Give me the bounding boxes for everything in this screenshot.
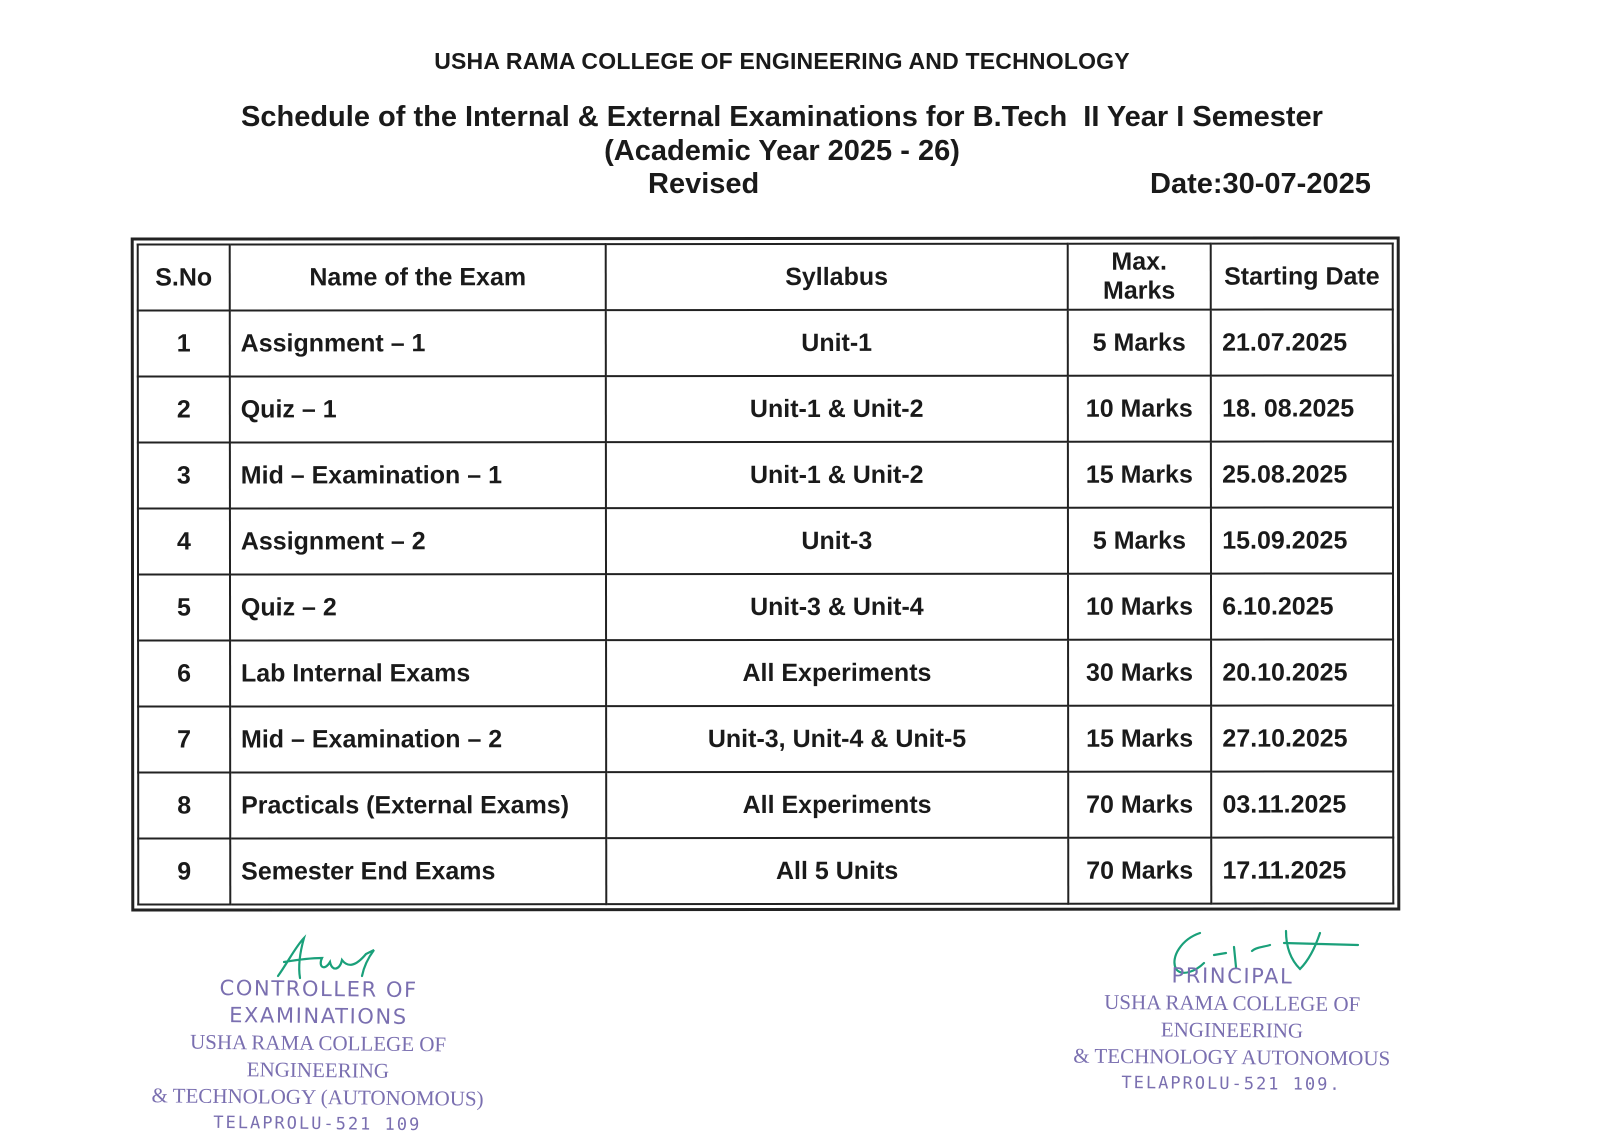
cell-max-marks: 15 Marks [1067,441,1212,508]
table-row: 8 Practicals (External Exams) All Experime… [138,771,1394,839]
header-starting-date: Starting Date [1210,243,1393,310]
cell-starting-date: 27.10.2025 [1211,705,1394,772]
cell-sno: 9 [138,838,231,905]
cell-syllabus: Unit-1 & Unit-2 [605,441,1068,509]
cell-max-marks: 70 Marks [1067,771,1212,838]
cell-syllabus: All Experiments [606,639,1068,707]
table-row: 9 Semester End Exams All 5 Units 70 Marks 17… [138,837,1394,905]
academic-year: (Academic Year 2025 - 26) [604,135,960,167]
table-row: 7 Mid – Examination – 2 Unit-3, Unit-4 & U… [138,705,1394,773]
principal-stamp-line3: & TECHNOLOGY AUTONOMOUS [1073,1043,1391,1071]
cell-starting-date: 21.07.2025 [1211,309,1393,376]
cell-max-marks: 5 Marks [1067,309,1212,376]
table-row: 6 Lab Internal Exams All Experiments 30 Mar… [138,639,1394,707]
table-row: 4 Assignment – 2 Unit-3 5 Marks 15.09.2025 [137,507,1393,575]
header-max-marks: Max. Marks [1067,243,1212,310]
cell-max-marks: 15 Marks [1067,705,1212,772]
cell-exam-name: Assignment – 2 [229,508,607,575]
cell-sno: 4 [137,508,230,575]
cell-exam-name: Practicals (External Exams) [230,772,607,839]
cell-sno: 3 [137,442,230,509]
cell-exam-name: Mid – Examination – 2 [229,706,607,773]
cell-syllabus: Unit-1 & Unit-2 [605,375,1068,443]
cell-starting-date: 03.11.2025 [1211,771,1394,838]
cell-exam-name: Quiz – 1 [229,376,606,443]
cell-sno: 2 [137,376,230,443]
header-max-marks-text: Max. Marks [1103,247,1176,305]
header-sno: S.No [137,244,230,311]
cell-exam-name: Quiz – 2 [229,574,607,641]
table-row: 2 Quiz – 1 Unit-1 & Unit-2 10 Marks 18. 08.2… [137,375,1393,443]
cell-syllabus: Unit-3 [606,507,1068,575]
cell-sno: 6 [138,640,230,707]
cell-max-marks: 70 Marks [1067,837,1212,904]
document-date: Date:30-07-2025 [1150,168,1371,200]
cell-exam-name: Lab Internal Exams [229,640,607,707]
cell-starting-date: 15.09.2025 [1211,507,1393,574]
cell-sno: 7 [138,706,231,773]
table-row: 1 Assignment – 1 Unit-1 5 Marks 21.07.2025 [137,309,1393,377]
cell-sno: 8 [138,772,231,839]
cell-starting-date: 17.11.2025 [1211,837,1394,904]
cell-syllabus: Unit-3 & Unit-4 [606,573,1068,641]
schedule-title-line1: Schedule of the Internal & External Exam… [241,101,1323,133]
table-row: 5 Quiz – 2 Unit-3 & Unit-4 10 Marks 6.10.202… [138,573,1394,641]
header-exam-name: Name of the Exam [229,244,606,311]
controller-stamp-line2: USHA RAMA COLLEGE OF ENGINEERING [189,1029,447,1083]
schedule-table: S.No Name of the Exam Syllabus Max. Mark… [137,242,1395,905]
table-row: 3 Mid – Examination – 1 Unit-1 & Unit-2 15 … [137,441,1393,509]
principal-stamp: PRINCIPAL USHA RAMA COLLEGE OF ENGINEERI… [1061,962,1402,1100]
header-syllabus: Syllabus [605,243,1068,311]
cell-exam-name: Mid – Examination – 1 [229,442,607,509]
cell-syllabus: All Experiments [606,771,1068,839]
principal-stamp-title: PRINCIPAL [1171,963,1294,989]
cell-exam-name: Assignment – 1 [229,310,606,377]
cell-starting-date: 25.08.2025 [1211,441,1393,508]
cell-syllabus: All 5 Units [606,837,1068,905]
table-header-row: S.No Name of the Exam Syllabus Max. Mark… [137,243,1393,311]
college-name: USHA RAMA COLLEGE OF ENGINEERING AND TEC… [434,48,1130,74]
controller-stamp-line3: & TECHNOLOGY (AUTONOMOUS) [151,1083,484,1111]
cell-syllabus: Unit-3, Unit-4 & Unit-5 [606,705,1068,773]
cell-sno: 5 [138,574,230,641]
principal-stamp-line4: TELAPROLU-521 109. [1121,1073,1342,1095]
cell-max-marks: 10 Marks [1067,375,1212,442]
controller-stamp-line4: TELAPROLU-521 109 [213,1112,422,1136]
cell-starting-date: 6.10.2025 [1211,573,1394,640]
cell-starting-date: 20.10.2025 [1211,639,1394,706]
cell-max-marks: 5 Marks [1067,507,1212,574]
cell-max-marks: 10 Marks [1067,573,1212,640]
controller-stamp-title: CONTROLLER OF EXAMINATIONS [219,975,418,1029]
controller-stamp: CONTROLLER OF EXAMINATIONS USHA RAMA COL… [137,974,499,1140]
cell-syllabus: Unit-1 [605,309,1068,377]
cell-max-marks: 30 Marks [1067,639,1212,706]
principal-stamp-line2: USHA RAMA COLLEGE OF ENGINEERING [1104,989,1361,1043]
cell-starting-date: 18. 08.2025 [1211,375,1393,442]
schedule-table-frame: S.No Name of the Exam Syllabus Max. Mark… [130,236,1401,912]
cell-sno: 1 [137,310,230,377]
revised-label: Revised [648,168,760,200]
cell-exam-name: Semester End Exams [230,838,607,905]
schedule-title: Schedule of the Internal & External Exam… [0,100,1564,168]
